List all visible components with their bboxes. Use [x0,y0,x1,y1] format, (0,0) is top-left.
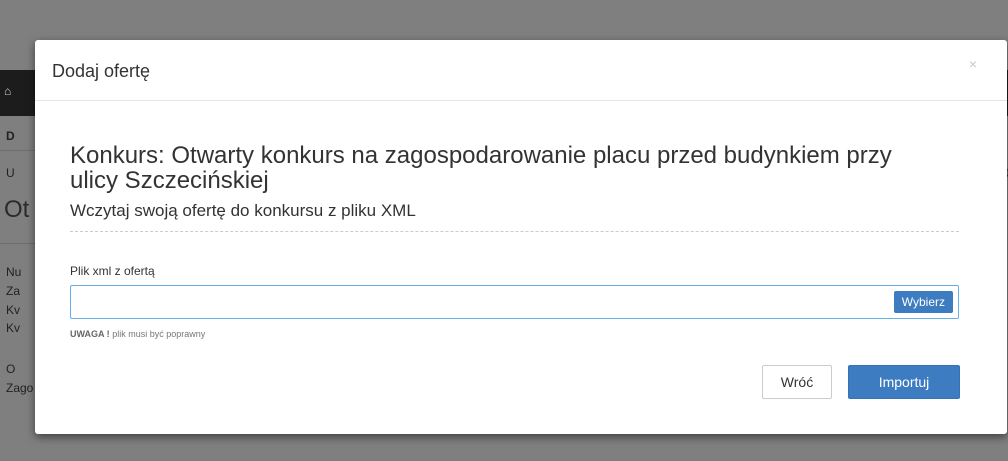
background-label: O [6,362,16,376]
xml-file-input[interactable]: Wybierz [70,285,959,319]
add-offer-modal: Dodaj ofertę × Konkurs: Otwarty konkurs … [35,40,1007,434]
divider [70,231,959,232]
modal-header: Dodaj ofertę × [35,40,1007,101]
background-heading: Ot [4,196,30,223]
close-icon[interactable]: × [969,56,977,72]
contest-title: Konkurs: Otwarty konkurs na zagospodarow… [70,142,892,194]
contest-subtitle: Wczytaj swoją ofertę do konkursu z pliku… [70,201,416,220]
file-field-label: Plik xml z ofertą [70,264,155,278]
background-label: Za [6,284,21,298]
background-divider [0,150,35,151]
modal-title: Dodaj ofertę [52,61,151,81]
background-label: U [6,166,15,180]
background-label: Zago [6,381,34,395]
warning-label: UWAGA ! [70,329,110,339]
home-icon: ⌂ [4,84,12,98]
background-label: Kv [6,303,21,317]
validation-note: UWAGA ! plik musi być poprawny [70,329,205,339]
choose-file-button[interactable]: Wybierz [893,291,953,313]
background-label: Kv [6,321,21,335]
background-divider [0,243,35,244]
back-button[interactable]: Wróć [762,365,832,399]
background-label: Nu [6,265,22,279]
import-button[interactable]: Importuj [848,365,960,399]
warning-text: plik musi być poprawny [112,329,206,339]
background-label: D [6,129,15,143]
